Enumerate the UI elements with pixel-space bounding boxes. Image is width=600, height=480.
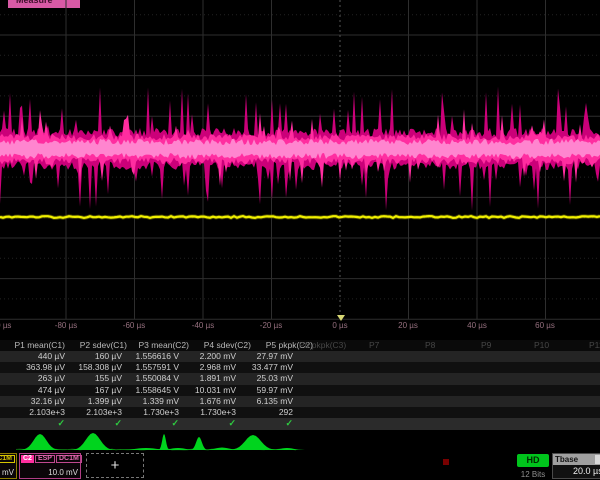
measurement-value: 2.103e+3	[10, 407, 67, 418]
oscilloscope-screen: Measure -100 µs-80 µs-60 µs-40 µs-20 µs0…	[0, 0, 600, 480]
parameter-header[interactable]: P2 sdev(C1)	[72, 340, 134, 351]
time-axis-label: -80 µs	[55, 321, 77, 330]
parameter-header[interactable]: P3 mean(C2)	[134, 340, 196, 351]
time-axis-label: -100 µs	[0, 321, 11, 330]
measurement-value: 474 µV	[10, 385, 67, 396]
status-check-icon: ✓	[10, 418, 67, 430]
histogram-strip	[0, 429, 600, 452]
measurement-value: 1.556616 V	[124, 351, 181, 362]
timebase-label: Tbase	[555, 455, 578, 464]
measurement-value: 167 µV	[67, 385, 124, 396]
measurement-value: 1.399 µV	[67, 396, 124, 407]
measurement-value: 27.97 mV	[238, 351, 295, 362]
timebase-descriptor[interactable]: Tbase 20.0 µs	[552, 453, 600, 479]
table-row: 263 µV155 µV1.550084 V1.891 mV25.03 mV	[0, 373, 600, 384]
measurement-value: 6.135 mV	[238, 396, 295, 407]
status-row: ✓✓✓✓✓	[0, 418, 600, 430]
measurement-value: 1.550084 V	[124, 373, 181, 384]
measurement-value: 1.891 mV	[181, 373, 238, 384]
status-check-icon: ✓	[238, 418, 295, 430]
status-check-icon: ✓	[67, 418, 124, 430]
measurement-value: 2.103e+3	[67, 407, 124, 418]
time-axis-label: 20 µs	[398, 321, 418, 330]
measurement-value: 10.031 mV	[181, 385, 238, 396]
parameter-header-disabled[interactable]: P11	[589, 340, 600, 351]
table-row: 474 µV167 µV1.558645 V10.031 mV59.97 mV	[0, 385, 600, 396]
c1-coupling-badge: DC1M	[0, 455, 15, 463]
measurement-value: 32.16 µV	[10, 396, 67, 407]
timebase-button[interactable]	[595, 455, 600, 464]
measurement-value: 440 µV	[10, 351, 67, 362]
measurement-value: 59.97 mV	[238, 385, 295, 396]
measurement-value: 292	[238, 407, 295, 418]
parameter-header-disabled[interactable]: P10	[534, 340, 549, 351]
time-axis-label: -60 µs	[123, 321, 145, 330]
timebase-header: Tbase	[553, 454, 600, 465]
measurement-value: 33.477 mV	[238, 362, 295, 373]
measurement-value: 1.730e+3	[181, 407, 238, 418]
waveform-display[interactable]	[0, 0, 600, 334]
c2-coupling-badge: DC1M	[56, 455, 82, 463]
plus-icon: +	[111, 461, 120, 471]
channel-c2-descriptor[interactable]: C2 ESP DC1M 10.0 mV	[19, 453, 81, 479]
c1-vertical-scale: 10.0 mV	[0, 468, 14, 477]
time-axis-label: -20 µs	[260, 321, 282, 330]
table-row: 2.103e+32.103e+31.730e+31.730e+3292	[0, 407, 600, 418]
c2-channel-badge: C2	[21, 455, 34, 463]
status-led	[443, 459, 449, 465]
measurement-table: P1 mean(C1)P2 sdev(C1)P3 mean(C2)P4 sdev…	[0, 340, 600, 430]
measurement-value: 363.98 µV	[10, 362, 67, 373]
time-axis: -100 µs -80 µs -60 µs -40 µs -20 µs 0 µs 20 µs…	[0, 321, 600, 333]
measurement-value: 2.968 mV	[181, 362, 238, 373]
time-axis-label: 60 µs	[535, 321, 555, 330]
measurement-table-rows: 440 µV160 µV1.556616 V2.200 mV27.97 mV36…	[0, 351, 600, 430]
table-row: 440 µV160 µV1.556616 V2.200 mV27.97 mV	[0, 351, 600, 362]
bottom-toolbar: DC1M 10.0 mV C2 ESP DC1M 10.0 mV + HD 12…	[0, 452, 600, 480]
measurement-value: 25.03 mV	[238, 373, 295, 384]
parameter-header-disabled[interactable]: P9	[481, 340, 491, 351]
c2-badge-row: C2 ESP DC1M	[20, 454, 80, 463]
measurement-value: 1.339 mV	[124, 396, 181, 407]
table-row: 32.16 µV1.399 µV1.339 mV1.676 mV6.135 mV	[0, 396, 600, 407]
measurement-value: 1.730e+3	[124, 407, 181, 418]
hd-mode-badge[interactable]: HD	[517, 454, 549, 467]
measurement-value: 1.557591 V	[124, 362, 181, 373]
channel-c1-descriptor[interactable]: DC1M 10.0 mV	[0, 453, 17, 479]
status-check-icon: ✓	[181, 418, 238, 430]
c2-esp-badge: ESP	[35, 455, 55, 463]
time-axis-label: -40 µs	[192, 321, 214, 330]
table-row: 363.98 µV158.308 µV1.557591 V2.968 mV33.…	[0, 362, 600, 373]
timebase-value: 20.0 µs	[553, 465, 600, 478]
trigger-position-marker	[337, 315, 345, 321]
measurement-value: 2.200 mV	[181, 351, 238, 362]
c2-vertical-scale: 10.0 mV	[48, 468, 78, 477]
parameter-header-disabled[interactable]: P6 pkpk(C3)	[299, 340, 346, 351]
status-check-icon: ✓	[124, 418, 181, 430]
parameter-header-disabled[interactable]: P7	[369, 340, 379, 351]
measurement-value: 155 µV	[67, 373, 124, 384]
parameter-header[interactable]: P1 mean(C1)	[10, 340, 72, 351]
hd-bits-label: 12 Bits	[514, 470, 552, 479]
measurement-value: 158.308 µV	[67, 362, 124, 373]
measurement-value: 1.558645 V	[124, 385, 181, 396]
add-trace-button[interactable]: +	[86, 453, 144, 478]
time-axis-label: 40 µs	[467, 321, 487, 330]
parameter-header[interactable]: P4 sdev(C2)	[196, 340, 258, 351]
measurement-table-headers: P1 mean(C1)P2 sdev(C1)P3 mean(C2)P4 sdev…	[0, 340, 600, 351]
c1-badge-row: DC1M	[0, 454, 16, 463]
time-axis-label: 0 µs	[332, 321, 347, 330]
measurement-value: 1.676 mV	[181, 396, 238, 407]
parameter-header-disabled[interactable]: P8	[425, 340, 435, 351]
measurement-value: 160 µV	[67, 351, 124, 362]
measurement-value: 263 µV	[10, 373, 67, 384]
